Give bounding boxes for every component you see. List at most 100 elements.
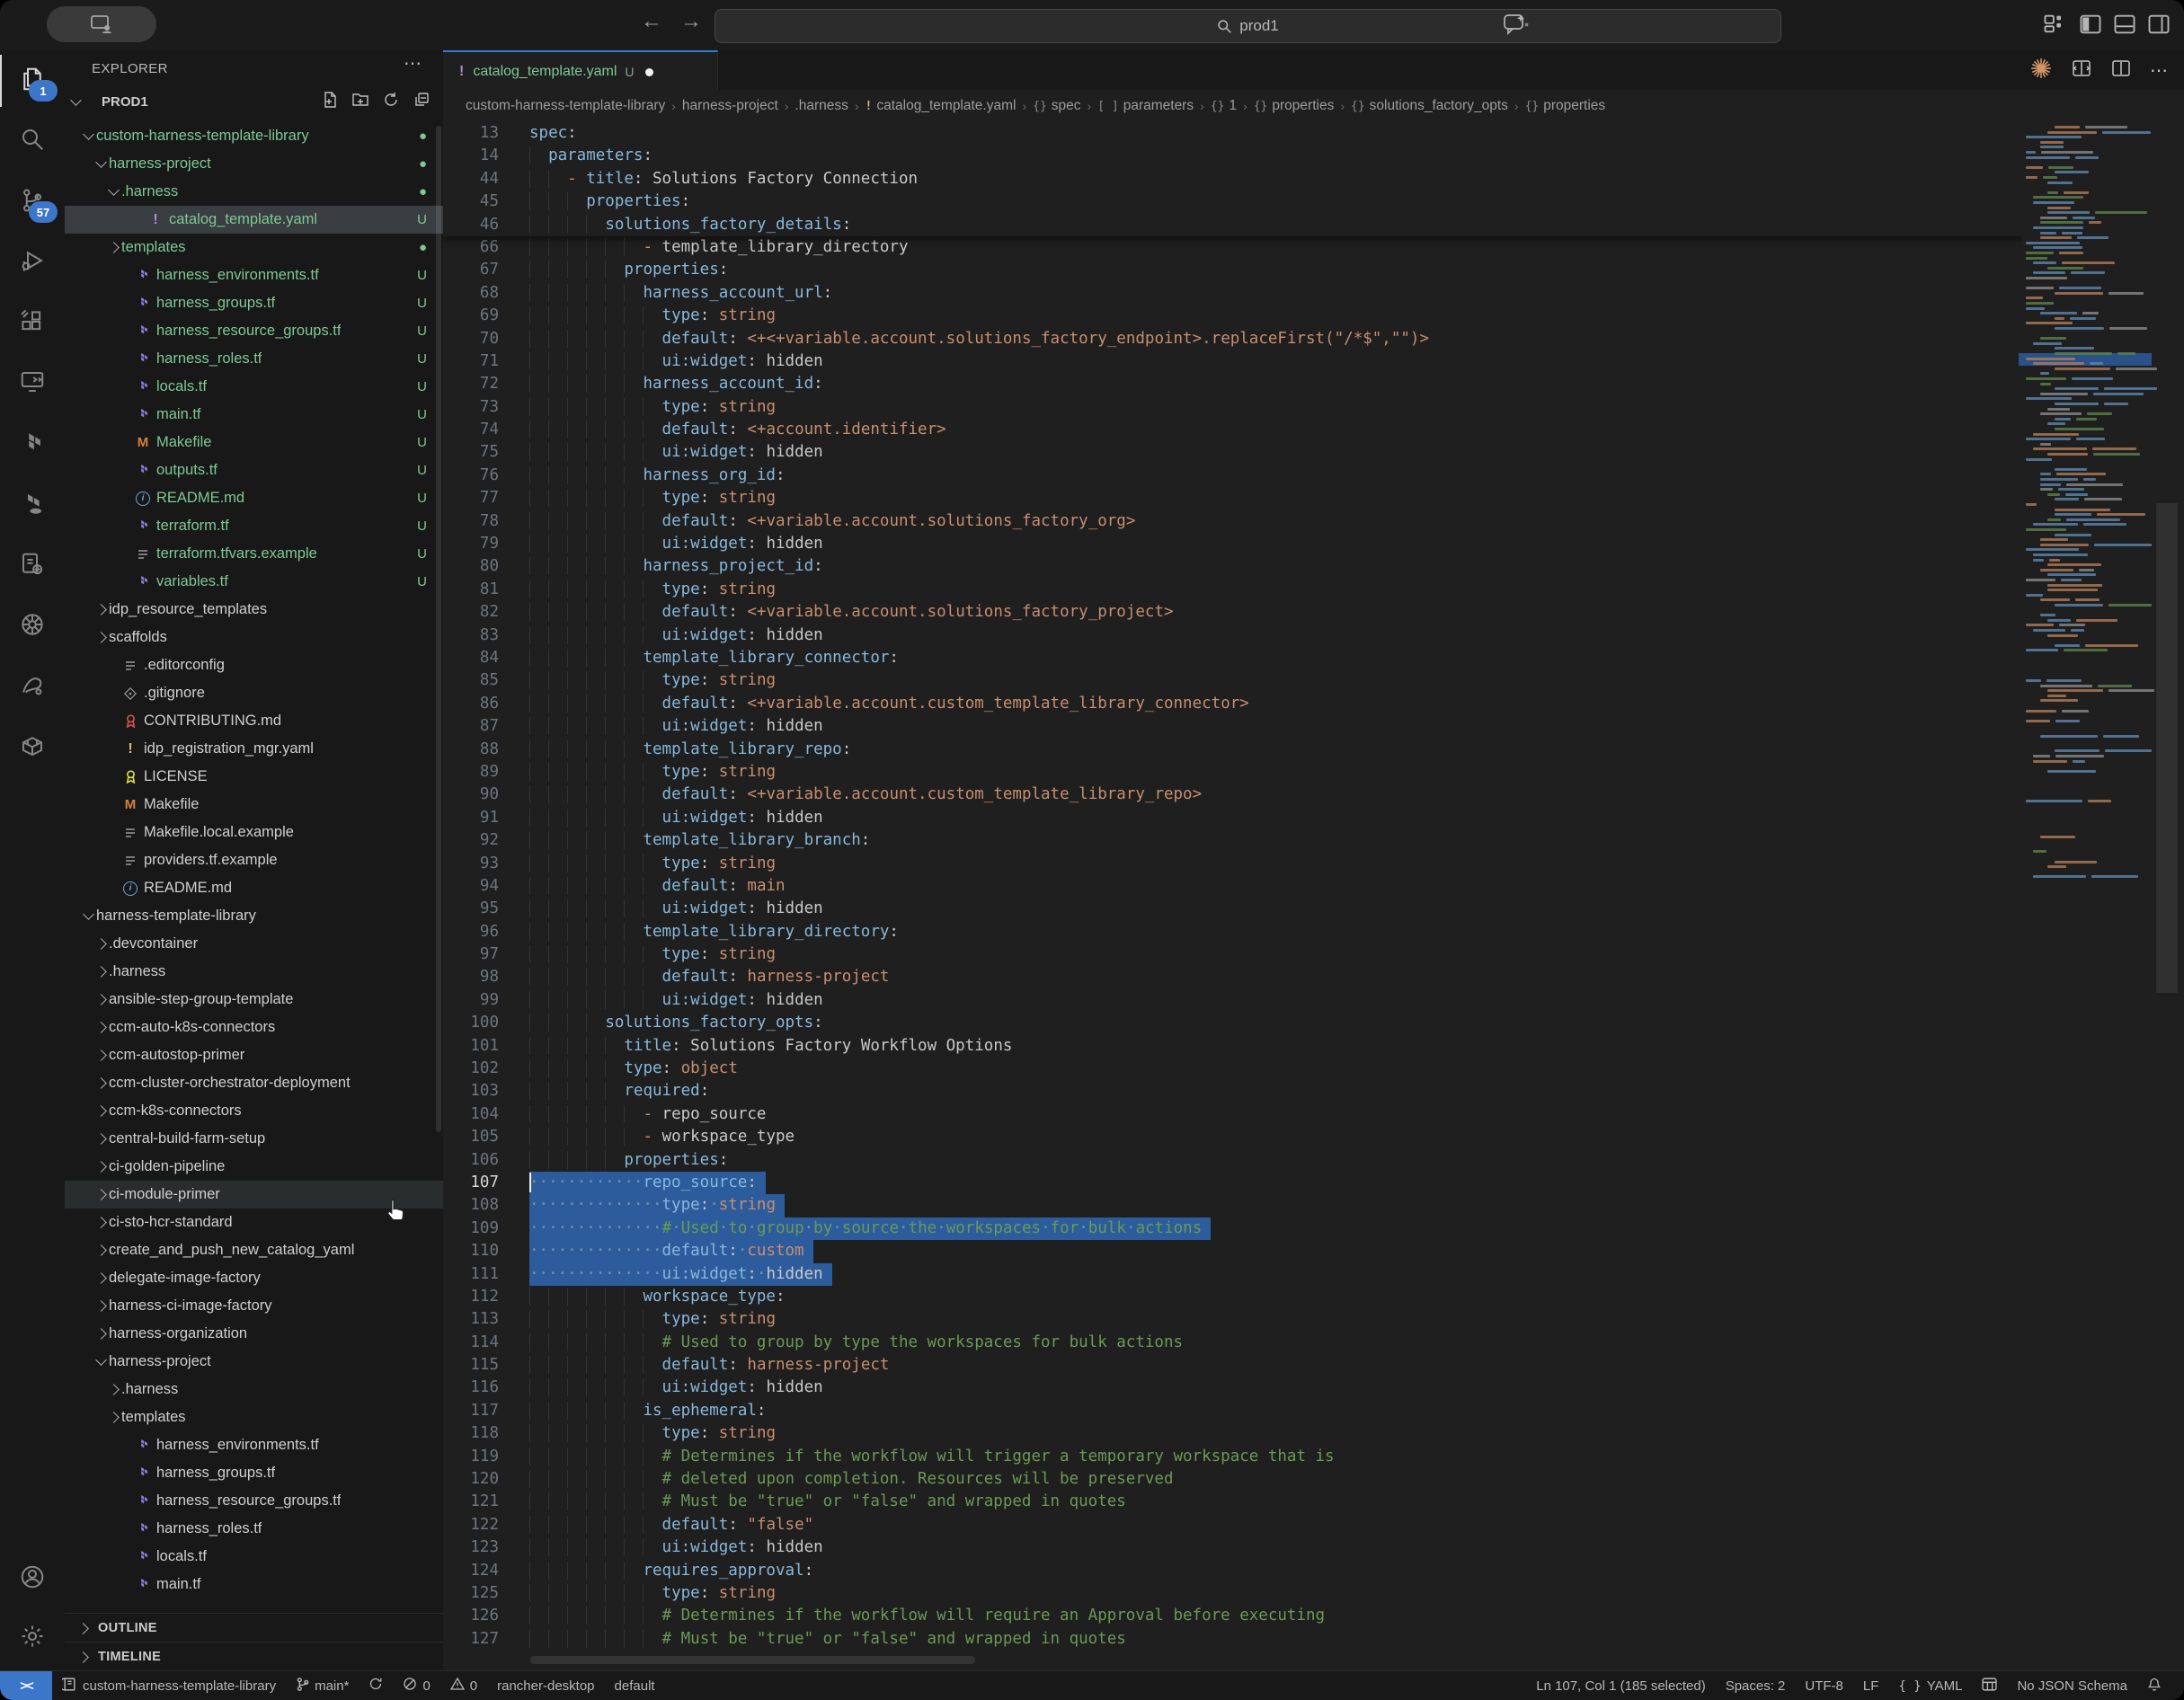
tree-item-harness-roles-tf[interactable]: harness_roles.tf xyxy=(65,1515,443,1543)
tree-item-makefile[interactable]: MMakefile xyxy=(65,791,443,819)
nav-back-button[interactable]: ← xyxy=(636,9,667,34)
status-sync[interactable] xyxy=(368,1677,383,1695)
toggle-secondary-sidebar-button[interactable] xyxy=(2146,12,2171,41)
activity-kubernetes-button[interactable] xyxy=(0,601,65,653)
workspace-section-header[interactable]: PROD1 xyxy=(65,86,443,117)
tree-item-ansible-step-group-template[interactable]: ansible-step-group-template xyxy=(65,986,443,1014)
tree-item-ccm-cluster-orchestrator-deployment[interactable]: ccm-cluster-orchestrator-deployment xyxy=(65,1069,443,1097)
tree-item-idp-registration-mgr-yaml[interactable]: !idp_registration_mgr.yaml xyxy=(65,735,443,763)
tree-item-harness-ci-image-factory[interactable]: harness-ci-image-factory xyxy=(65,1292,443,1320)
tree-item-main-tf[interactable]: main.tfU xyxy=(65,401,443,429)
scrollbar-slider[interactable] xyxy=(2156,503,2178,993)
nav-forward-button[interactable]: → xyxy=(676,9,706,34)
tree-item-scaffolds[interactable]: scaffolds xyxy=(65,624,443,651)
tree-item--gitignore[interactable]: .gitignore xyxy=(65,679,443,707)
status-table-view[interactable] xyxy=(1982,1678,1997,1695)
tree-item-main-tf[interactable]: main.tf xyxy=(65,1571,443,1598)
tree-item-harness-groups-tf[interactable]: harness_groups.tf xyxy=(65,1459,443,1487)
status-language-mode[interactable]: { }YAML xyxy=(1898,1678,1962,1694)
copilot-chat-button[interactable] xyxy=(1503,12,1530,40)
activity-source-control-button[interactable]: 57 xyxy=(0,176,65,228)
tree-item-ccm-k8s-connectors[interactable]: ccm-k8s-connectors xyxy=(65,1097,443,1125)
tree-item-harness-resource-groups-tf[interactable]: harness_resource_groups.tfU xyxy=(65,317,443,345)
activity-run-debug-button[interactable] xyxy=(0,237,65,289)
status-profile[interactable]: default xyxy=(615,1678,655,1694)
tree-item-harness-environments-tf[interactable]: harness_environments.tfU xyxy=(65,261,443,289)
tree-item-catalog-template-yaml[interactable]: !catalog_template.yamlU xyxy=(65,206,443,234)
tree-item-providers-tf-example[interactable]: providers.tf.example xyxy=(65,846,443,874)
tree-item-harness-roles-tf[interactable]: harness_roles.tfU xyxy=(65,345,443,373)
customize-layout-button[interactable] xyxy=(2042,12,2067,41)
status-indentation[interactable]: Spaces: 2 xyxy=(1726,1678,1786,1694)
breadcrumb-1[interactable]: {}1 xyxy=(1211,98,1237,114)
explorer-more-actions[interactable]: ⋯ xyxy=(404,52,423,75)
tree-item-ccm-autostop-primer[interactable]: ccm-autostop-primer xyxy=(65,1041,443,1069)
tree-item-readme-md[interactable]: iREADME.md xyxy=(65,874,443,902)
tree-item--editorconfig[interactable]: .editorconfig xyxy=(65,651,443,679)
open-changes-icon[interactable] xyxy=(2071,58,2092,84)
tree-item-readme-md[interactable]: iREADME.mdU xyxy=(65,484,443,512)
new-file-button[interactable] xyxy=(321,91,339,113)
breadcrumb-harness-project[interactable]: harness-project xyxy=(682,98,778,114)
tree-item-harness-resource-groups-tf[interactable]: harness_resource_groups.tf xyxy=(65,1487,443,1515)
breadcrumb-solutions-factory-opts[interactable]: {}solutions_factory_opts xyxy=(1351,98,1508,114)
tree-item-contributing-md[interactable]: CONTRIBUTING.md xyxy=(65,707,443,735)
tree-item--harness[interactable]: .harness xyxy=(65,958,443,986)
breadcrumb-catalog-template-yaml[interactable]: !catalog_template.yaml xyxy=(866,98,1017,114)
tree-item-harness-project[interactable]: harness-project● xyxy=(65,150,443,178)
tree-item-locals-tf[interactable]: locals.tf xyxy=(65,1543,443,1571)
tree-item-create-and-push-new-catalog-yaml[interactable]: create_and_push_new_catalog_yaml xyxy=(65,1236,443,1264)
activity-infra-file-button[interactable] xyxy=(0,540,65,592)
tree-item-delegate-image-factory[interactable]: delegate-image-factory xyxy=(65,1264,443,1292)
tree-item-ccm-auto-k8s-connectors[interactable]: ccm-auto-k8s-connectors xyxy=(65,1014,443,1041)
tree-item-custom-harness-template-library[interactable]: custom-harness-template-library● xyxy=(65,122,443,150)
tree-item-ci-golden-pipeline[interactable]: ci-golden-pipeline xyxy=(65,1153,443,1181)
toggle-panel-button[interactable] xyxy=(2112,12,2137,41)
sidebar-scrollbar[interactable] xyxy=(436,126,441,1132)
status-json-schema[interactable]: No JSON Schema xyxy=(2017,1678,2127,1694)
activity-ansible-button[interactable] xyxy=(0,661,65,713)
breadcrumb-properties[interactable]: {}properties xyxy=(1254,98,1335,114)
tree-item-locals-tf[interactable]: locals.tfU xyxy=(65,373,443,401)
screen-share-indicator[interactable] xyxy=(47,6,156,42)
code-area[interactable]: 13spec:14 parameters:44 - title: Solutio… xyxy=(443,122,2022,1651)
breadcrumb-parameters[interactable]: [ ]parameters xyxy=(1097,98,1194,114)
activity-extensions-button[interactable] xyxy=(0,297,65,350)
tab-catalog-template-yaml[interactable]: ! catalog_template.yaml U xyxy=(443,50,718,92)
tree-item-makefile-local-example[interactable]: Makefile.local.example xyxy=(65,819,443,846)
tree-item-makefile[interactable]: MMakefileU xyxy=(65,429,443,456)
new-folder-button[interactable] xyxy=(351,91,369,113)
tree-item-templates[interactable]: templates● xyxy=(65,234,443,261)
status-workspace[interactable]: custom-harness-template-library xyxy=(62,1677,276,1696)
timeline-panel-header[interactable]: TIMELINE xyxy=(65,1642,443,1671)
tree-item-harness-project[interactable]: harness-project xyxy=(65,1348,443,1376)
breadcrumb--harness[interactable]: .harness xyxy=(795,98,848,114)
activity-terraform-button[interactable] xyxy=(0,419,65,471)
activity-remote-explorer-button[interactable] xyxy=(0,359,65,411)
toggle-sidebar-button[interactable] xyxy=(2078,12,2103,41)
copilot-starburst-icon[interactable] xyxy=(2029,57,2053,84)
editor-vertical-scrollbar[interactable] xyxy=(2150,50,2184,1671)
tree-item--harness[interactable]: .harness xyxy=(65,1376,443,1403)
status-encoding[interactable]: UTF-8 xyxy=(1805,1678,1843,1694)
tree-item-central-build-farm-setup[interactable]: central-build-farm-setup xyxy=(65,1125,443,1153)
split-editor-icon[interactable] xyxy=(2110,58,2132,84)
refresh-button[interactable] xyxy=(382,91,400,113)
tree-item-harness-template-library[interactable]: harness-template-library xyxy=(65,902,443,930)
tree-item--harness[interactable]: .harness● xyxy=(65,178,443,206)
breadcrumb-properties[interactable]: {}properties xyxy=(1525,98,1606,114)
command-center-search[interactable]: prod1 xyxy=(715,9,1781,43)
breadcrumb-custom-harness-template-library[interactable]: custom-harness-template-library xyxy=(466,98,665,114)
status-warnings[interactable]: 0 xyxy=(450,1677,477,1695)
activity-settings-gear-button[interactable] xyxy=(0,1612,65,1664)
tree-item-idp-resource-templates[interactable]: idp_resource_templates xyxy=(65,596,443,624)
status-rancher[interactable]: rancher-desktop xyxy=(497,1678,594,1694)
status-remote-indicator[interactable]: >< xyxy=(0,1671,52,1700)
tree-item-terraform-tfvars-example[interactable]: terraform.tfvars.exampleU xyxy=(65,540,443,568)
tree-item--devcontainer[interactable]: .devcontainer xyxy=(65,930,443,958)
tree-item-license[interactable]: LICENSE xyxy=(65,763,443,791)
status-errors[interactable]: 0 xyxy=(403,1677,430,1695)
tree-item-variables-tf[interactable]: variables.tfU xyxy=(65,568,443,596)
tree-item-templates[interactable]: templates xyxy=(65,1403,443,1431)
status-notifications[interactable] xyxy=(2147,1677,2162,1696)
